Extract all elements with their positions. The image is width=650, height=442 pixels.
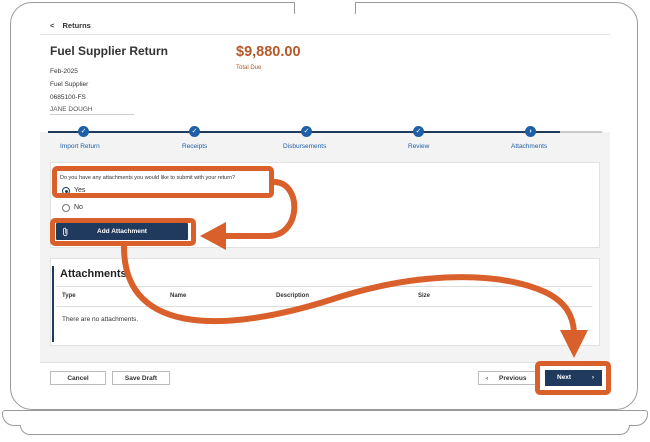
arrow-add-to-next-head [560, 330, 588, 358]
arrow-question-to-add-head [200, 222, 226, 250]
annotation-arrows [121, 179, 588, 358]
arrow-question-to-add [219, 179, 298, 239]
arrow-add-to-next [121, 244, 577, 335]
